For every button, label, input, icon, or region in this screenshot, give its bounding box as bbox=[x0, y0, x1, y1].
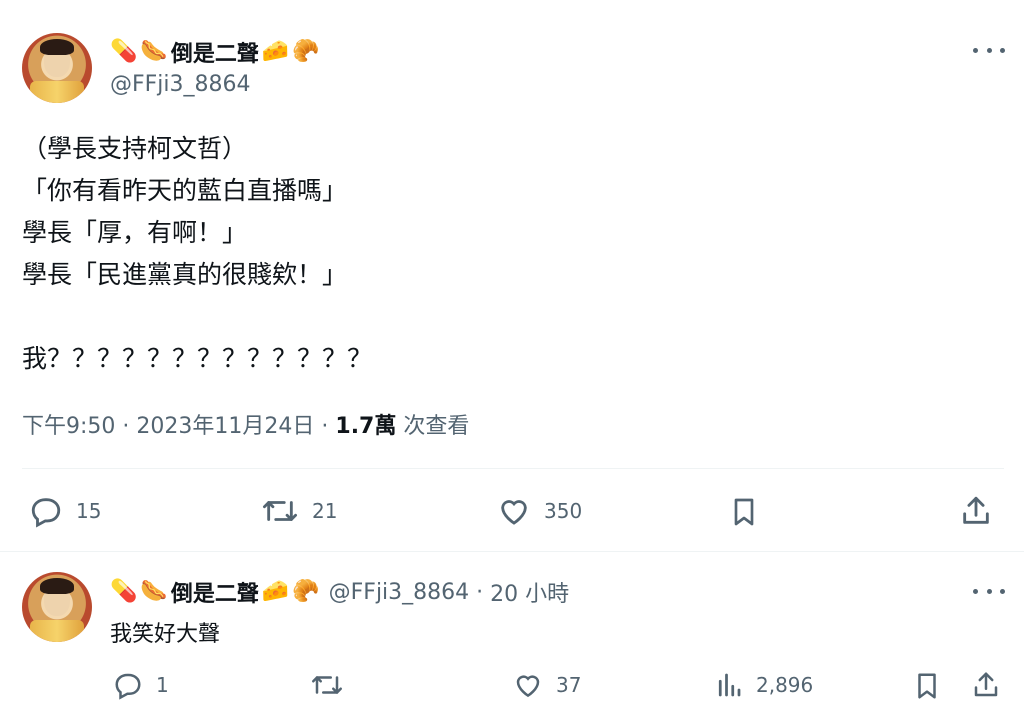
reply-views-count: 2,896 bbox=[756, 673, 814, 697]
author-display-name[interactable]: 倒是二聲 bbox=[171, 36, 259, 68]
retweet-icon bbox=[262, 501, 297, 521]
avatar-background bbox=[30, 620, 84, 642]
views-count: 1.7萬 bbox=[335, 414, 397, 439]
reply-count: 15 bbox=[76, 499, 102, 523]
views-label: 次查看 bbox=[403, 414, 470, 439]
reply-button[interactable]: 15 bbox=[28, 494, 101, 528]
pill-emoji: 💊 bbox=[110, 579, 138, 604]
author-name-row[interactable]: 💊 🌭 倒是二聲 🧀 🥐 bbox=[110, 36, 323, 68]
more-horizontal-icon bbox=[973, 47, 978, 53]
heart-icon bbox=[516, 675, 540, 698]
like-count: 350 bbox=[544, 499, 583, 523]
retweet-count: 21 bbox=[312, 499, 338, 523]
reply-retweet-button[interactable] bbox=[310, 670, 356, 700]
reply-share-button[interactable] bbox=[970, 670, 1002, 700]
more-options-button[interactable] bbox=[973, 40, 1005, 60]
reply-handle[interactable]: @FFji3_8864 bbox=[329, 580, 470, 605]
croissant-emoji: 🥐 bbox=[292, 579, 320, 604]
avatar-background bbox=[30, 81, 84, 103]
cheese-emoji: 🧀 bbox=[261, 579, 290, 604]
reply-bubble-icon bbox=[31, 498, 61, 528]
reply-reply-button[interactable]: 1 bbox=[112, 670, 169, 700]
reply-time-ago[interactable]: 20 小時 bbox=[490, 576, 569, 608]
analytics-bars-icon bbox=[718, 673, 741, 697]
reply-bookmark-button[interactable] bbox=[912, 670, 942, 702]
avatar-hair bbox=[40, 39, 74, 55]
reply-bubble-icon bbox=[115, 673, 141, 700]
tweet-meta: 下午9:50 · 2023年11月24日 · 1.7萬 次查看 bbox=[22, 414, 470, 439]
heart-icon bbox=[501, 500, 527, 525]
pill-emoji: 💊 bbox=[110, 39, 138, 64]
share-button[interactable] bbox=[958, 494, 994, 528]
cheese-emoji: 🧀 bbox=[261, 39, 290, 64]
thread-divider bbox=[0, 551, 1024, 552]
share-upload-icon bbox=[963, 496, 989, 524]
croissant-emoji: 🥐 bbox=[292, 39, 320, 64]
hotdog-emoji: 🌭 bbox=[140, 579, 168, 604]
reply-more-options-button[interactable] bbox=[973, 581, 1005, 601]
reply-reply-count: 1 bbox=[156, 673, 169, 697]
tweet-date[interactable]: 2023年11月24日 bbox=[136, 414, 314, 439]
author-avatar[interactable] bbox=[22, 33, 92, 103]
reply-text: 我笑好大聲 bbox=[110, 622, 221, 647]
share-upload-icon bbox=[974, 672, 998, 697]
avatar-hair bbox=[40, 578, 74, 594]
bookmark-button[interactable] bbox=[728, 494, 760, 530]
more-horizontal-icon bbox=[973, 588, 978, 594]
reply-like-count: 37 bbox=[556, 673, 582, 697]
meta-divider bbox=[22, 468, 1004, 469]
bookmark-icon bbox=[734, 498, 754, 526]
tweet-time[interactable]: 下午9:50 bbox=[22, 414, 115, 439]
reply-views-button[interactable]: 2,896 bbox=[714, 670, 813, 700]
hotdog-emoji: 🌭 bbox=[140, 39, 168, 64]
tweet-text: （學長支持柯文哲） 「你有看昨天的藍白直播嗎」 學長「厚，有啊！」 學長「民進黨… bbox=[22, 134, 373, 373]
bookmark-icon bbox=[918, 673, 936, 699]
retweet-button[interactable]: 21 bbox=[260, 494, 337, 528]
reply-author-avatar[interactable] bbox=[22, 572, 92, 642]
reply-like-button[interactable]: 37 bbox=[512, 670, 581, 700]
reply-display-name[interactable]: 倒是二聲 bbox=[171, 576, 259, 608]
like-button[interactable]: 350 bbox=[496, 494, 582, 528]
retweet-icon bbox=[312, 676, 342, 694]
reply-author-row[interactable]: 💊 🌭 倒是二聲 🧀 🥐 @FFji3_8864 · 20 小時 bbox=[110, 576, 569, 608]
author-handle[interactable]: @FFji3_8864 bbox=[110, 72, 251, 97]
